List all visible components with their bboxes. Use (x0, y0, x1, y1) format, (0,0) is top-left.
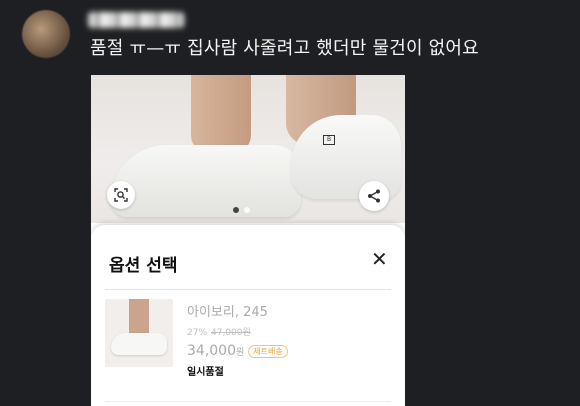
price-value: 34,000 (187, 343, 236, 359)
option-thumbnail[interactable] (105, 299, 173, 367)
carousel-dot[interactable] (244, 207, 250, 213)
delivery-badge: 제트배송 (248, 344, 288, 358)
carousel-dots[interactable] (233, 207, 250, 213)
thumb-shoe (111, 333, 167, 355)
username-blurred[interactable] (88, 12, 184, 28)
original-price: 47,000원 (211, 328, 251, 338)
avatar[interactable] (22, 10, 70, 58)
post-text: 품절 ㅠ—ㅠ 집사람 사줄려고 했더만 물건이 없어요 (90, 38, 479, 59)
product-photo[interactable]: B (91, 75, 405, 223)
close-icon[interactable]: ✕ (371, 249, 388, 269)
carousel-dot[interactable] (233, 207, 239, 213)
share-icon[interactable] (359, 181, 389, 211)
price-unit: 원 (236, 348, 245, 358)
brand-logo: B (323, 135, 335, 145)
soldout-status: 일시품절 (187, 367, 224, 378)
product-card: B 옵션 선택 ✕ 아이보리, 245 27% 47,000원 34,000원 … (91, 75, 405, 406)
zoom-search-icon[interactable] (107, 181, 135, 209)
divider (105, 289, 391, 290)
option-discount: 27% 47,000원 (187, 325, 251, 338)
discount-percent: 27% (187, 328, 208, 338)
option-name: 아이보리, 245 (187, 305, 268, 320)
leg-left (191, 75, 251, 155)
sheet-title: 옵션 선택 (109, 256, 178, 276)
option-price: 34,000원 제트배송 (187, 343, 288, 359)
shoe-left (111, 145, 301, 217)
divider (105, 401, 391, 402)
option-select-sheet: 옵션 선택 ✕ 아이보리, 245 27% 47,000원 34,000원 제트배송… (91, 225, 405, 406)
thumb-leg (129, 299, 149, 335)
